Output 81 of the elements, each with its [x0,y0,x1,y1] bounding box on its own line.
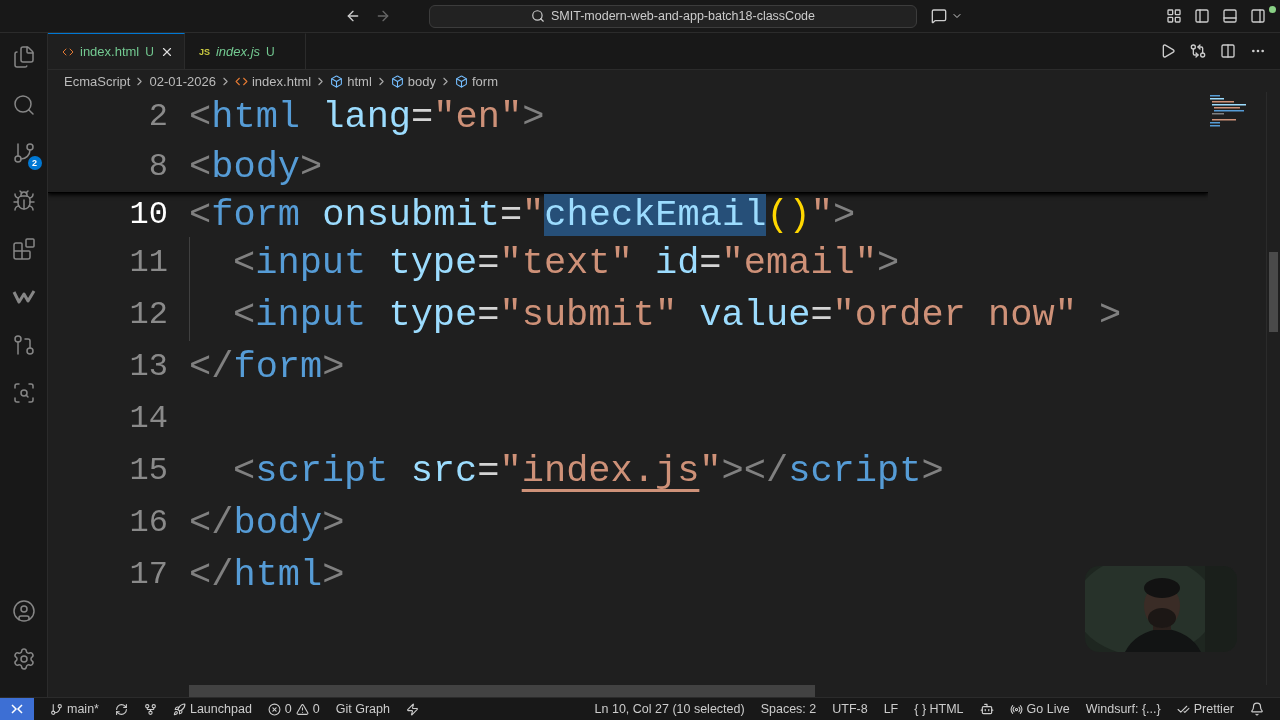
back-arrow-icon[interactable] [345,8,361,24]
js-icon: JS [198,46,210,57]
code-line: </form> [189,345,345,390]
line-number: 15 [128,451,168,491]
status-item[interactable]: Ln 10, Col 27 (10 selected) [586,702,753,716]
status-item[interactable]: LF [875,702,907,716]
command-center-search[interactable]: SMIT-modern-web-and-app-batch18-classCode [429,4,917,28]
error-icon [267,702,281,716]
breadcrumb-item[interactable]: html [330,73,372,89]
scrollbar-thumb[interactable] [189,685,815,697]
search-icon [531,9,545,23]
code-line: <body> [189,145,323,190]
panel-toggle-icon[interactable] [1222,8,1238,24]
code-line: <input type="text" id="email"> [233,241,900,286]
language-status[interactable]: { } HTML [906,702,972,716]
git-fork-icon[interactable] [143,702,157,716]
split-editor-icon[interactable] [1220,43,1236,59]
editor-tab[interactable]: index.html U [48,33,185,69]
sidebar-toggle-icon[interactable] [1194,8,1210,24]
source-control-icon[interactable] [11,141,36,165]
go-live-status[interactable]: Go Live [1001,702,1078,716]
cube-icon [455,74,468,88]
bell-icon[interactable] [1250,702,1264,716]
extensions-icon[interactable] [11,237,36,261]
code-line: <script src="index.js"></script> [233,449,944,494]
line-number: 12 [128,295,168,335]
line-number: 10 [128,195,168,235]
line-number: 2 [147,97,168,137]
breadcrumb-item[interactable]: 02-01-2026 [149,73,216,89]
cube-icon [390,74,404,88]
branch-status[interactable]: main* [42,702,107,716]
line-number: 13 [128,347,168,387]
forward-arrow-icon[interactable] [375,8,391,24]
code-line: <form onsubmit="checkEmail()"> [189,193,856,237]
remote-button[interactable] [0,698,34,720]
line-number: 16 [128,503,168,543]
broadcast-icon [1009,702,1023,716]
remote-icon [10,703,24,715]
line-number: 11 [128,243,168,283]
search-icon[interactable] [11,93,36,117]
scrollbar-thumb[interactable] [1269,252,1278,332]
breadcrumb-item[interactable]: index.html [234,73,312,89]
robot-icon[interactable] [979,702,994,716]
rocket-icon [172,702,186,716]
files-icon[interactable] [11,45,36,69]
run-debug-icon[interactable] [11,189,36,213]
breadcrumb-item[interactable]: EcmaScript [64,73,131,89]
cube-icon [330,74,344,88]
problems-status[interactable]: 0 0 [259,702,328,716]
status-dot [1269,6,1276,13]
line-number: 17 [128,555,168,595]
code-line: </html> [189,553,345,598]
status-item[interactable]: Git Graph [327,702,398,716]
line-number: 8 [147,147,168,187]
code-line: <input type="submit" value="order now" > [233,293,1122,338]
settings-icon[interactable] [11,647,36,671]
status-item[interactable]: Spaces: 2 [752,702,825,716]
branch-icon [50,702,63,716]
run-icon[interactable] [1160,43,1176,59]
account-icon[interactable] [11,599,36,623]
prettier-status[interactable]: Prettier [1168,702,1242,716]
layout-icon[interactable] [1166,8,1182,24]
launchpad-status[interactable]: Launchpad [164,702,260,716]
count-badge: 2 [27,156,42,170]
error-count: 0 [284,702,292,716]
sync-icon[interactable] [114,702,128,716]
warning-count: 0 [312,702,320,716]
line-number: 14 [128,399,168,439]
inspect-icon[interactable] [11,381,36,405]
code-line: <html lang="en"> [189,95,545,140]
bolt-icon[interactable] [405,702,419,716]
breadcrumb-item[interactable]: body [390,73,436,89]
warning-icon [295,702,309,716]
status-item[interactable]: Windsurf: {...} [1077,702,1169,716]
breadcrumb-item[interactable]: form [455,73,498,89]
code-line: </body> [189,501,345,546]
compare-icon[interactable] [1190,43,1206,59]
secondary-sidebar-icon[interactable] [1250,8,1266,24]
status-item[interactable]: UTF-8 [824,702,876,716]
chat-icon[interactable] [931,8,947,24]
git-graph-icon[interactable] [11,333,36,357]
